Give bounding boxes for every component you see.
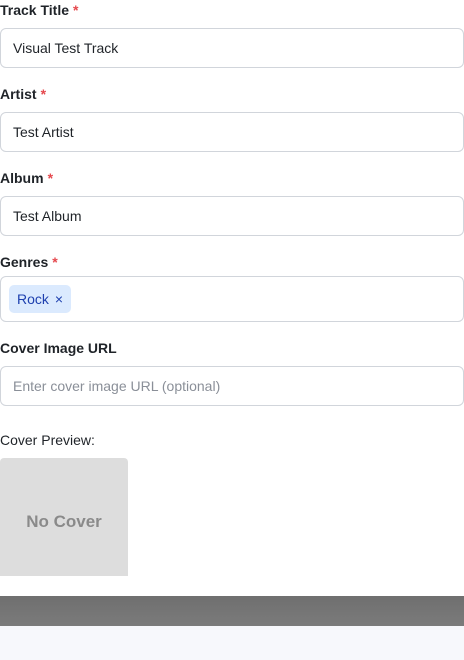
genre-chip-label: Rock (17, 291, 49, 307)
genres-label: Genres * (0, 252, 58, 272)
artist-label-text: Artist (0, 86, 37, 102)
track-title-label: Track Title * (0, 0, 78, 20)
album-input[interactable] (0, 196, 464, 236)
required-marker: * (73, 2, 79, 18)
page-footer-area (0, 626, 464, 660)
required-marker: * (40, 86, 47, 102)
genres-select[interactable]: Rock × (0, 276, 464, 322)
album-label-text: Album (0, 170, 44, 186)
artist-input[interactable] (0, 112, 464, 152)
required-marker: * (52, 254, 58, 270)
cover-preview-label: Cover Preview: (0, 432, 95, 448)
genre-chip-rock: Rock × (9, 285, 72, 313)
cover-url-input[interactable] (0, 366, 464, 406)
modal-backdrop (0, 596, 464, 626)
album-label: Album * (0, 168, 53, 188)
track-title-input[interactable] (0, 28, 464, 68)
no-cover-text: No Cover (26, 512, 102, 531)
required-marker: * (47, 170, 54, 186)
cover-url-label: Cover Image URL (0, 338, 117, 358)
cover-url-label-text: Cover Image URL (0, 340, 117, 356)
artist-label: Artist * (0, 84, 46, 104)
close-icon[interactable]: × (55, 292, 63, 306)
genres-label-text: Genres (0, 254, 49, 270)
cover-preview-image: No Cover (0, 458, 128, 576)
track-title-label-text: Track Title (0, 2, 70, 18)
